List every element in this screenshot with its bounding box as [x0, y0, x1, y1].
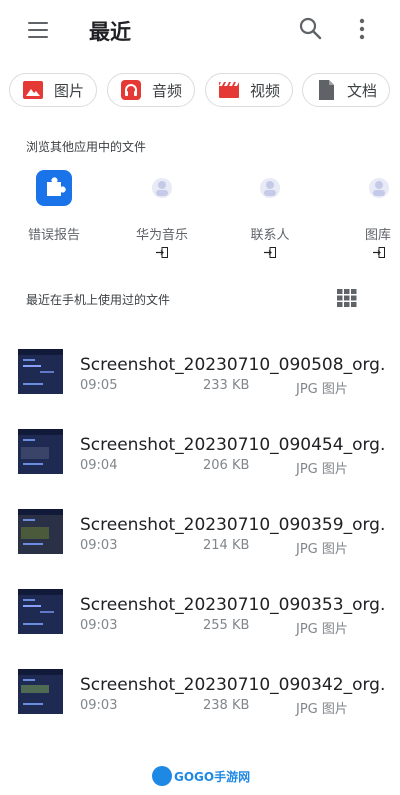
chip-audio-label: 音频 [152, 81, 183, 100]
app-gallery-label: 图库 [365, 228, 392, 243]
puzzle-icon [36, 170, 72, 206]
search-icon [299, 17, 322, 40]
app-bug-report-label: 错误报告 [27, 228, 80, 243]
app-bug-report[interactable]: 错误报告 [9, 170, 99, 243]
placeholder-app-icon [152, 178, 172, 198]
file-size: 206 KB [203, 458, 250, 473]
file-size: 238 KB [203, 698, 250, 713]
menu-button[interactable] [26, 18, 54, 42]
file-name: Screenshot_20230710_090342_org.... [80, 675, 385, 695]
list-item[interactable]: Screenshot_20230710_090353_org.... 09:03… [0, 585, 400, 641]
file-type: JPG 图片 [296, 702, 348, 717]
more-options-button[interactable] [352, 16, 372, 42]
menu-icon-line [28, 29, 48, 31]
browse-apps-heading: 浏览其他应用中的文件 [26, 140, 147, 154]
file-type: JPG 图片 [296, 382, 348, 397]
file-size: 214 KB [203, 538, 250, 553]
file-size: 233 KB [203, 378, 250, 393]
image-icon [23, 81, 43, 99]
recent-files-heading: 最近在手机上使用过的文件 [26, 293, 171, 307]
file-thumbnail [18, 349, 63, 394]
watermark-logo-icon [152, 766, 172, 786]
category-chips: 图片 音频 视频 文档 [0, 73, 400, 111]
placeholder-app-icon [260, 178, 280, 198]
file-type: JPG 图片 [296, 542, 348, 557]
menu-icon [28, 22, 48, 24]
file-name: Screenshot_20230710_090353_org.... [80, 595, 385, 615]
chip-video[interactable]: 视频 [205, 73, 293, 107]
app-huawei-music-label: 华为音乐 [135, 228, 188, 243]
top-app-bar: 最近 [0, 0, 400, 60]
chip-audio[interactable]: 音频 [107, 73, 195, 107]
more-vert-icon [359, 18, 365, 40]
file-time: 09:05 [80, 378, 118, 393]
file-size: 255 KB [203, 618, 250, 633]
document-icon [319, 80, 334, 100]
search-button[interactable] [298, 16, 324, 42]
file-thumbnail [18, 429, 63, 474]
grid-view-icon [337, 289, 357, 307]
app-contacts[interactable]: 联系人 [225, 170, 315, 258]
movie-icon [219, 82, 239, 98]
file-time: 09:03 [80, 698, 118, 713]
file-name: Screenshot_20230710_090359_org.... [80, 515, 385, 535]
file-type: JPG 图片 [296, 622, 348, 637]
list-item[interactable]: Screenshot_20230710_090342_org.... 09:03… [0, 665, 400, 721]
grid-view-button[interactable] [337, 289, 357, 307]
file-type: JPG 图片 [296, 462, 348, 477]
menu-icon-line [28, 36, 48, 38]
file-name: Screenshot_20230710_090508_org.... [80, 355, 385, 375]
file-thumbnail [18, 589, 63, 634]
file-thumbnail [18, 669, 63, 714]
app-contacts-label: 联系人 [250, 228, 290, 243]
chip-video-label: 视频 [250, 81, 281, 100]
app-huawei-music[interactable]: 华为音乐 [117, 170, 207, 258]
chip-documents[interactable]: 文档 [302, 73, 390, 107]
chip-documents-label: 文档 [347, 81, 378, 100]
app-gallery[interactable]: 图库 [333, 170, 400, 258]
chip-images[interactable]: 图片 [9, 73, 97, 107]
file-time: 09:03 [80, 538, 118, 553]
open-in-icon [373, 247, 385, 258]
file-time: 09:04 [80, 458, 118, 473]
file-thumbnail [18, 509, 63, 554]
headphones-icon [121, 80, 141, 100]
watermark-text: GOGO手游网 [174, 769, 251, 784]
list-item[interactable]: Screenshot_20230710_090454_org.... 09:04… [0, 425, 400, 481]
file-name: Screenshot_20230710_090454_org.... [80, 435, 385, 455]
file-time: 09:03 [80, 618, 118, 633]
list-item[interactable]: Screenshot_20230710_090508_org.... 09:05… [0, 345, 400, 401]
page-title: 最近 [89, 20, 131, 44]
list-item[interactable]: Screenshot_20230710_090359_org.... 09:03… [0, 505, 400, 561]
watermark: GOGO手游网 [152, 765, 250, 787]
placeholder-app-icon [369, 178, 389, 198]
open-in-icon [264, 247, 276, 258]
open-in-icon [156, 247, 168, 258]
chip-images-label: 图片 [54, 81, 85, 100]
app-sources: 错误报告 华为音乐 联系人 图库 [0, 170, 400, 270]
